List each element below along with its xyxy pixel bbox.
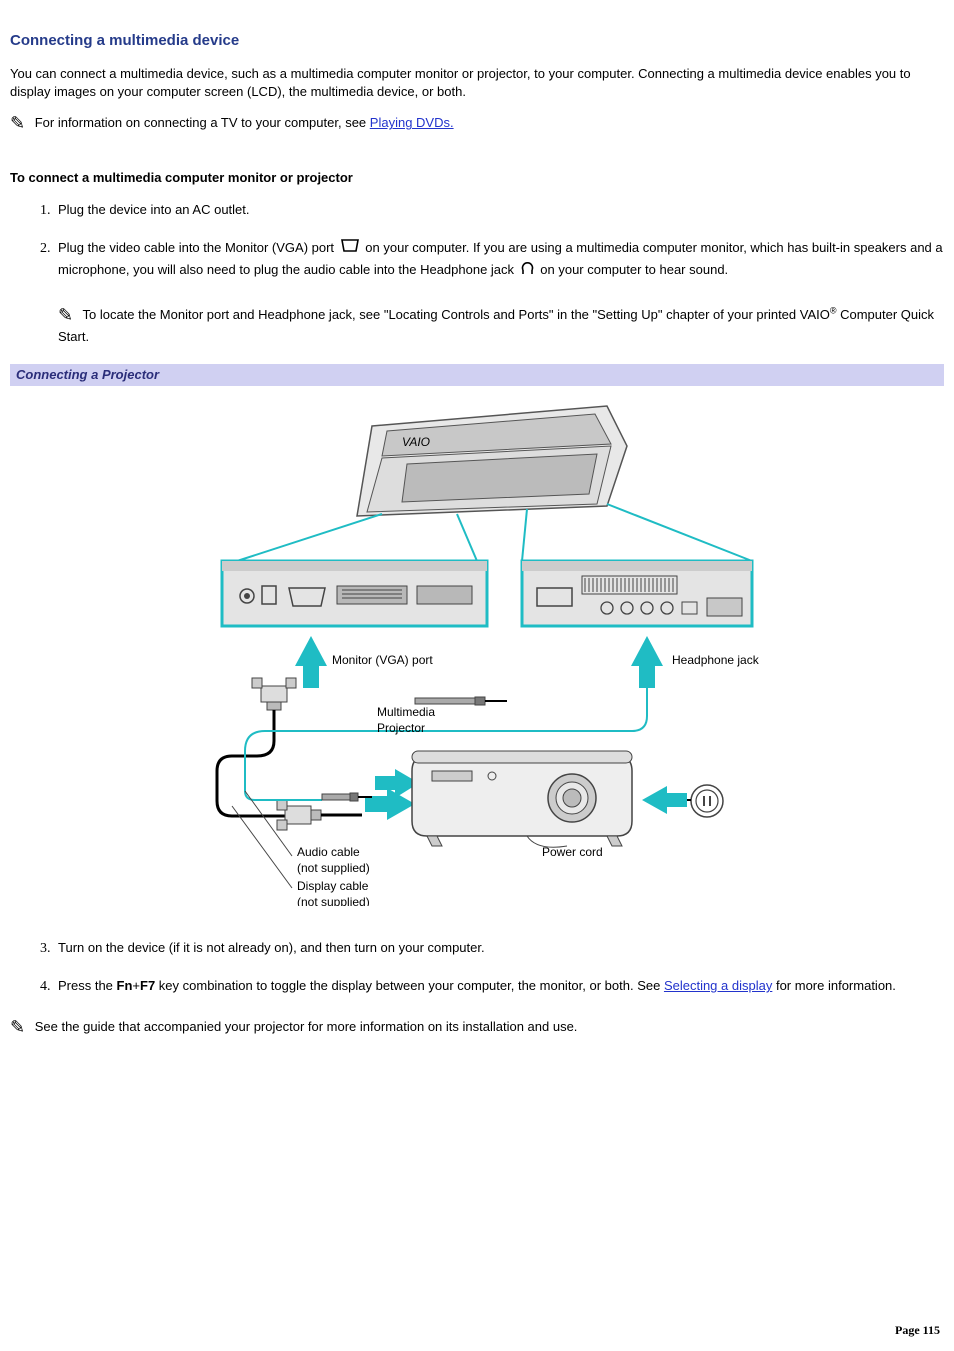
key-plus: +: [132, 978, 140, 993]
key-fn: Fn: [117, 978, 133, 993]
tv-note: ✎ For information on connecting a TV to …: [10, 111, 944, 136]
step-4-c: for more information.: [772, 978, 896, 993]
vga-port-icon: [340, 238, 360, 259]
label-audio-1: Audio cable: [297, 845, 360, 859]
headphone-icon: [520, 260, 535, 281]
vga-plug-top: [252, 678, 296, 710]
note-icon: ✎: [10, 1015, 25, 1040]
step-2-note-a: To locate the Monitor port and Headphone…: [82, 307, 829, 322]
page-number: Page 115: [895, 1322, 940, 1339]
key-f7: F7: [140, 978, 155, 993]
intro-paragraph: You can connect a multimedia device, suc…: [10, 65, 944, 101]
label-audio-2: (not supplied): [297, 861, 370, 875]
proj-right-arrow: [642, 786, 687, 814]
label-multimedia-2: Projector: [377, 721, 425, 735]
step-2-text-a: Plug the video cable into the Monitor (V…: [58, 240, 338, 255]
sub-heading: To connect a multimedia computer monitor…: [10, 169, 944, 187]
step-1: Plug the device into an AC outlet.: [54, 201, 944, 221]
label-headphone-jack: Headphone jack: [672, 653, 760, 667]
playing-dvds-link[interactable]: Playing DVDs.: [370, 115, 454, 130]
label-display-2: (not supplied): [297, 895, 370, 906]
label-display-1: Display cable: [297, 879, 369, 893]
figure-title-bar: Connecting a Projector: [10, 364, 944, 386]
step-2: Plug the video cable into the Monitor (V…: [54, 238, 944, 346]
figure-connecting-projector: VAIO: [10, 386, 944, 931]
step-1-text: Plug the device into an AC outlet.: [58, 202, 250, 217]
step-3-text: Turn on the device (if it is not already…: [58, 940, 485, 955]
closing-note-text: See the guide that accompanied your proj…: [35, 1019, 578, 1034]
tv-note-prefix: For information on connecting a TV to yo…: [35, 115, 370, 130]
note-icon: ✎: [58, 303, 73, 328]
page-title: Connecting a multimedia device: [10, 30, 944, 51]
label-multimedia-1: Multimedia: [377, 705, 435, 719]
label-vga-port: Monitor (VGA) port: [332, 653, 433, 667]
step-4-a: Press the: [58, 978, 117, 993]
step-4: Press the Fn+F7 key combination to toggl…: [54, 977, 944, 997]
step-3: Turn on the device (if it is not already…: [54, 939, 944, 959]
note-icon: ✎: [10, 111, 25, 136]
registered-mark: ®: [830, 305, 837, 315]
proj-left-arrow: [365, 788, 415, 820]
vga-arrow: [295, 636, 327, 688]
selecting-display-link[interactable]: Selecting a display: [664, 978, 772, 993]
step-2-text-c: on your computer to hear sound.: [540, 262, 728, 277]
label-power-cord: Power cord: [542, 845, 603, 859]
headphone-arrow: [631, 636, 663, 688]
closing-note: ✎ See the guide that accompanied your pr…: [10, 1015, 944, 1040]
laptop-top-illustration: VAIO: [357, 406, 627, 516]
projector-illustration: [412, 751, 632, 846]
step-4-b: key combination to toggle the display be…: [155, 978, 664, 993]
svg-text:VAIO: VAIO: [402, 435, 430, 449]
